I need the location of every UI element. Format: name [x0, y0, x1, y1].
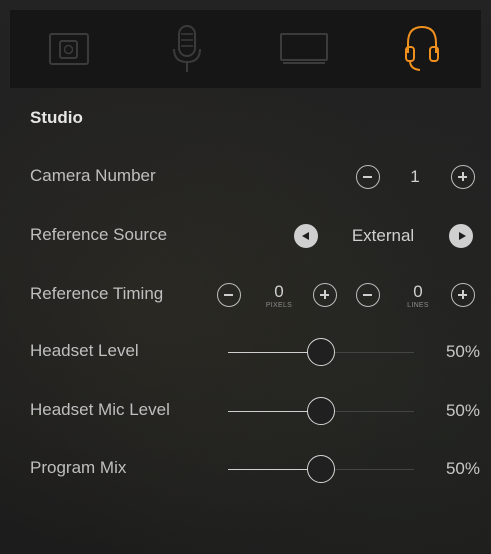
headset-level-slider-knob[interactable]	[307, 338, 335, 366]
camera-number-value: 1	[410, 167, 420, 186]
pixels-decrement-button[interactable]	[217, 283, 241, 307]
headset-mic-level-slider-knob[interactable]	[307, 397, 335, 425]
lines-increment-button[interactable]	[451, 283, 475, 307]
reference-source-label: Reference Source	[30, 225, 168, 244]
headphones-icon	[405, 25, 440, 71]
lines-unit-label: LINES	[407, 302, 429, 309]
camera-number-decrement-button[interactable]	[356, 165, 380, 189]
program-mix-value: 50%	[445, 459, 480, 478]
pixels-increment-button[interactable]	[313, 283, 337, 307]
headset-mic-level-label: Headset Mic Level	[30, 400, 170, 419]
section-title: Studio	[30, 108, 83, 127]
headset-mic-level-row: Headset Mic Level 50%	[0, 391, 491, 431]
arrow-left-icon	[302, 232, 309, 240]
reference-source-row: Reference Source External	[0, 216, 491, 256]
camera-number-row: Camera Number 1	[0, 157, 491, 197]
microphone-icon	[172, 25, 201, 72]
tab-audio[interactable]	[128, 10, 246, 88]
tab-display[interactable]	[246, 10, 364, 88]
camera-icon	[48, 33, 89, 65]
tab-camera[interactable]	[10, 10, 128, 88]
headset-level-value: 50%	[445, 342, 480, 361]
reference-source-previous-button[interactable]	[294, 224, 318, 248]
camera-number-label: Camera Number	[30, 166, 156, 185]
arrow-right-icon	[459, 232, 466, 240]
program-mix-label: Program Mix	[30, 458, 127, 477]
headset-level-label: Headset Level	[30, 341, 139, 360]
monitor-icon	[280, 33, 329, 64]
headset-mic-level-value: 50%	[445, 401, 480, 420]
lines-value: 0	[413, 282, 423, 301]
reference-timing-row: Reference Timing 0 PIXELS 0 LINES	[0, 275, 491, 315]
pixels-unit-label: PIXELS	[265, 302, 293, 309]
reference-source-next-button[interactable]	[449, 224, 473, 248]
settings-tab-bar	[10, 10, 481, 88]
lines-decrement-button[interactable]	[356, 283, 380, 307]
program-mix-row: Program Mix 50%	[0, 449, 491, 489]
camera-number-increment-button[interactable]	[451, 165, 475, 189]
reference-source-value: External	[351, 226, 415, 245]
studio-settings-panel: Studio Camera Number 1 Reference Source …	[0, 0, 491, 554]
tab-headphones[interactable]	[363, 10, 481, 88]
program-mix-slider-knob[interactable]	[307, 455, 335, 483]
headset-level-row: Headset Level 50%	[0, 332, 491, 372]
reference-timing-label: Reference Timing	[30, 284, 164, 303]
pixels-value: 0	[274, 282, 284, 301]
